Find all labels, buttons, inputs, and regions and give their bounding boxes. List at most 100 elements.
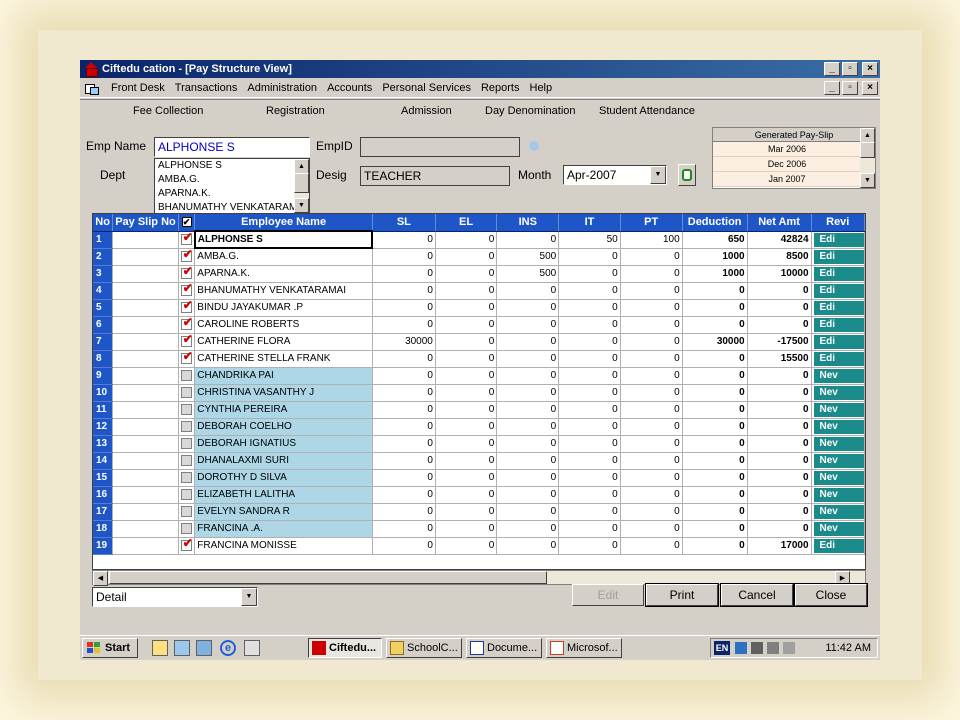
col-deduction[interactable]: Deduction [682,214,748,232]
check-cell[interactable] [178,282,196,300]
pay-slip-no-cell[interactable] [112,265,179,283]
employee-name-cell[interactable]: CYNTHIA PEREIRA [194,401,373,419]
ins-cell[interactable]: 0 [496,486,560,504]
menu-front-desk[interactable]: Front Desk [106,82,170,94]
check-cell[interactable] [178,520,196,538]
table-row[interactable]: 15 DOROTHY D SILVA 0 0 0 0 0 0 0 Nev [93,469,865,487]
document-window-icon[interactable] [84,82,100,95]
pay-slip-no-cell[interactable] [112,520,179,538]
check-cell[interactable] [178,231,196,249]
pay-slip-no-cell[interactable] [112,248,179,266]
row-action-button[interactable]: Edi [813,317,864,332]
sl-cell[interactable]: 0 [372,418,436,436]
table-row[interactable]: 11 CYNTHIA PEREIRA 0 0 0 0 0 0 0 Nev [93,401,865,419]
row-checkbox[interactable] [180,231,193,245]
el-cell[interactable]: 0 [435,401,498,419]
menu-administration[interactable]: Administration [242,82,322,94]
it-cell[interactable]: 0 [558,452,621,470]
it-cell[interactable]: 0 [558,520,621,538]
ins-cell[interactable]: 0 [496,282,560,300]
pay-slip-no-cell[interactable] [112,452,179,470]
row-checkbox[interactable] [180,299,193,313]
close-window-button[interactable]: × [862,62,878,76]
employee-name-cell[interactable]: DOROTHY D SILVA [194,469,373,487]
it-cell[interactable]: 0 [558,248,621,266]
el-cell[interactable]: 0 [435,367,498,385]
row-action-button[interactable]: Edi [813,232,864,247]
payslip-item[interactable]: Mar 2006 [713,142,861,157]
toolbar-fee-collection[interactable]: Fee Collection [133,105,203,117]
pay-slip-no-cell[interactable] [112,316,179,334]
scroll-down-icon[interactable]: ▼ [294,198,309,213]
sl-cell[interactable]: 0 [372,265,436,283]
ins-cell[interactable]: 0 [496,520,560,538]
list-item[interactable]: ALPHONSE S [155,159,309,173]
pt-cell[interactable]: 0 [620,469,683,487]
row-checkbox[interactable] [180,265,193,279]
pt-cell[interactable]: 0 [620,401,683,419]
table-row[interactable]: 10 CHRISTINA VASANTHY J 0 0 0 0 0 0 0 Nev [93,384,865,402]
toolbar-registration[interactable]: Registration [266,105,325,117]
row-action-button[interactable]: Nev [813,385,864,400]
col-pt[interactable]: PT [620,214,683,232]
check-cell[interactable] [178,452,196,470]
pay-slip-no-cell[interactable] [112,350,179,368]
table-row[interactable]: 6CAROLINE ROBERTS0000000Edi [93,316,865,334]
table-row[interactable]: 3APARNA.K.0050000100010000Edi [93,265,865,283]
row-action-button[interactable]: Nev [813,470,864,485]
payslip-item[interactable]: Dec 2006 [713,157,861,172]
row-checkbox[interactable] [180,437,192,449]
payslip-scrollbar[interactable]: ▲ ▼ [860,128,875,188]
pay-slip-no-cell[interactable] [112,333,179,351]
el-cell[interactable]: 0 [435,486,498,504]
scroll-down-icon[interactable]: ▼ [860,173,875,188]
el-cell[interactable]: 0 [435,537,498,555]
pt-cell[interactable]: 0 [620,282,683,300]
it-cell[interactable]: 0 [558,435,621,453]
pay-slip-no-cell[interactable] [112,299,179,317]
payslip-item[interactable]: Jan 2007 [713,172,861,187]
it-cell[interactable]: 0 [558,265,621,283]
row-checkbox[interactable] [180,403,192,415]
row-action-button[interactable]: Edi [813,249,864,264]
table-row[interactable]: 17 EVELYN SANDRA R 0 0 0 0 0 0 0 Nev [93,503,865,521]
it-cell[interactable]: 0 [558,486,621,504]
row-checkbox[interactable] [180,471,192,483]
row-action-button[interactable]: Nev [813,504,864,519]
select-all-checkbox[interactable]: ✔ [181,217,192,228]
ins-cell[interactable]: 500 [496,248,560,266]
it-cell[interactable]: 0 [558,537,621,555]
ins-cell[interactable]: 500 [496,265,560,283]
scroll-thumb[interactable] [865,230,866,292]
row-checkbox[interactable] [180,505,192,517]
scroll-up-icon[interactable]: ▲ [865,214,866,229]
el-cell[interactable]: 0 [435,265,498,283]
row-checkbox[interactable] [180,369,192,381]
el-cell[interactable]: 0 [435,503,498,521]
check-cell[interactable] [178,486,196,504]
pt-cell[interactable]: 0 [620,418,683,436]
list-scrollbar[interactable]: ▲ ▼ [294,159,309,213]
col-it[interactable]: IT [558,214,621,232]
menu-help[interactable]: Help [525,82,558,94]
col-ins[interactable]: INS [496,214,560,232]
printer-icon[interactable] [751,642,763,654]
language-indicator[interactable]: EN [714,641,730,655]
sl-cell[interactable]: 0 [372,435,436,453]
check-cell[interactable] [178,503,196,521]
pt-cell[interactable]: 0 [620,248,683,266]
minimize-button[interactable]: _ [824,62,840,76]
pt-cell[interactable]: 0 [620,265,683,283]
row-checkbox[interactable] [180,282,193,296]
row-checkbox[interactable] [180,420,192,432]
it-cell[interactable]: 0 [558,418,621,436]
sl-cell[interactable]: 0 [372,316,436,334]
row-action-button[interactable]: Nev [813,521,864,536]
quicklaunch-outlook-icon[interactable] [152,640,168,656]
pt-cell[interactable]: 0 [620,520,683,538]
col-net-amt[interactable]: Net Amt [747,214,812,232]
child-minimize-button[interactable]: _ [824,81,840,95]
pay-slip-no-cell[interactable] [112,503,179,521]
table-row[interactable]: 5BINDU JAYAKUMAR .P0000000Edi [93,299,865,317]
el-cell[interactable]: 0 [435,316,498,334]
